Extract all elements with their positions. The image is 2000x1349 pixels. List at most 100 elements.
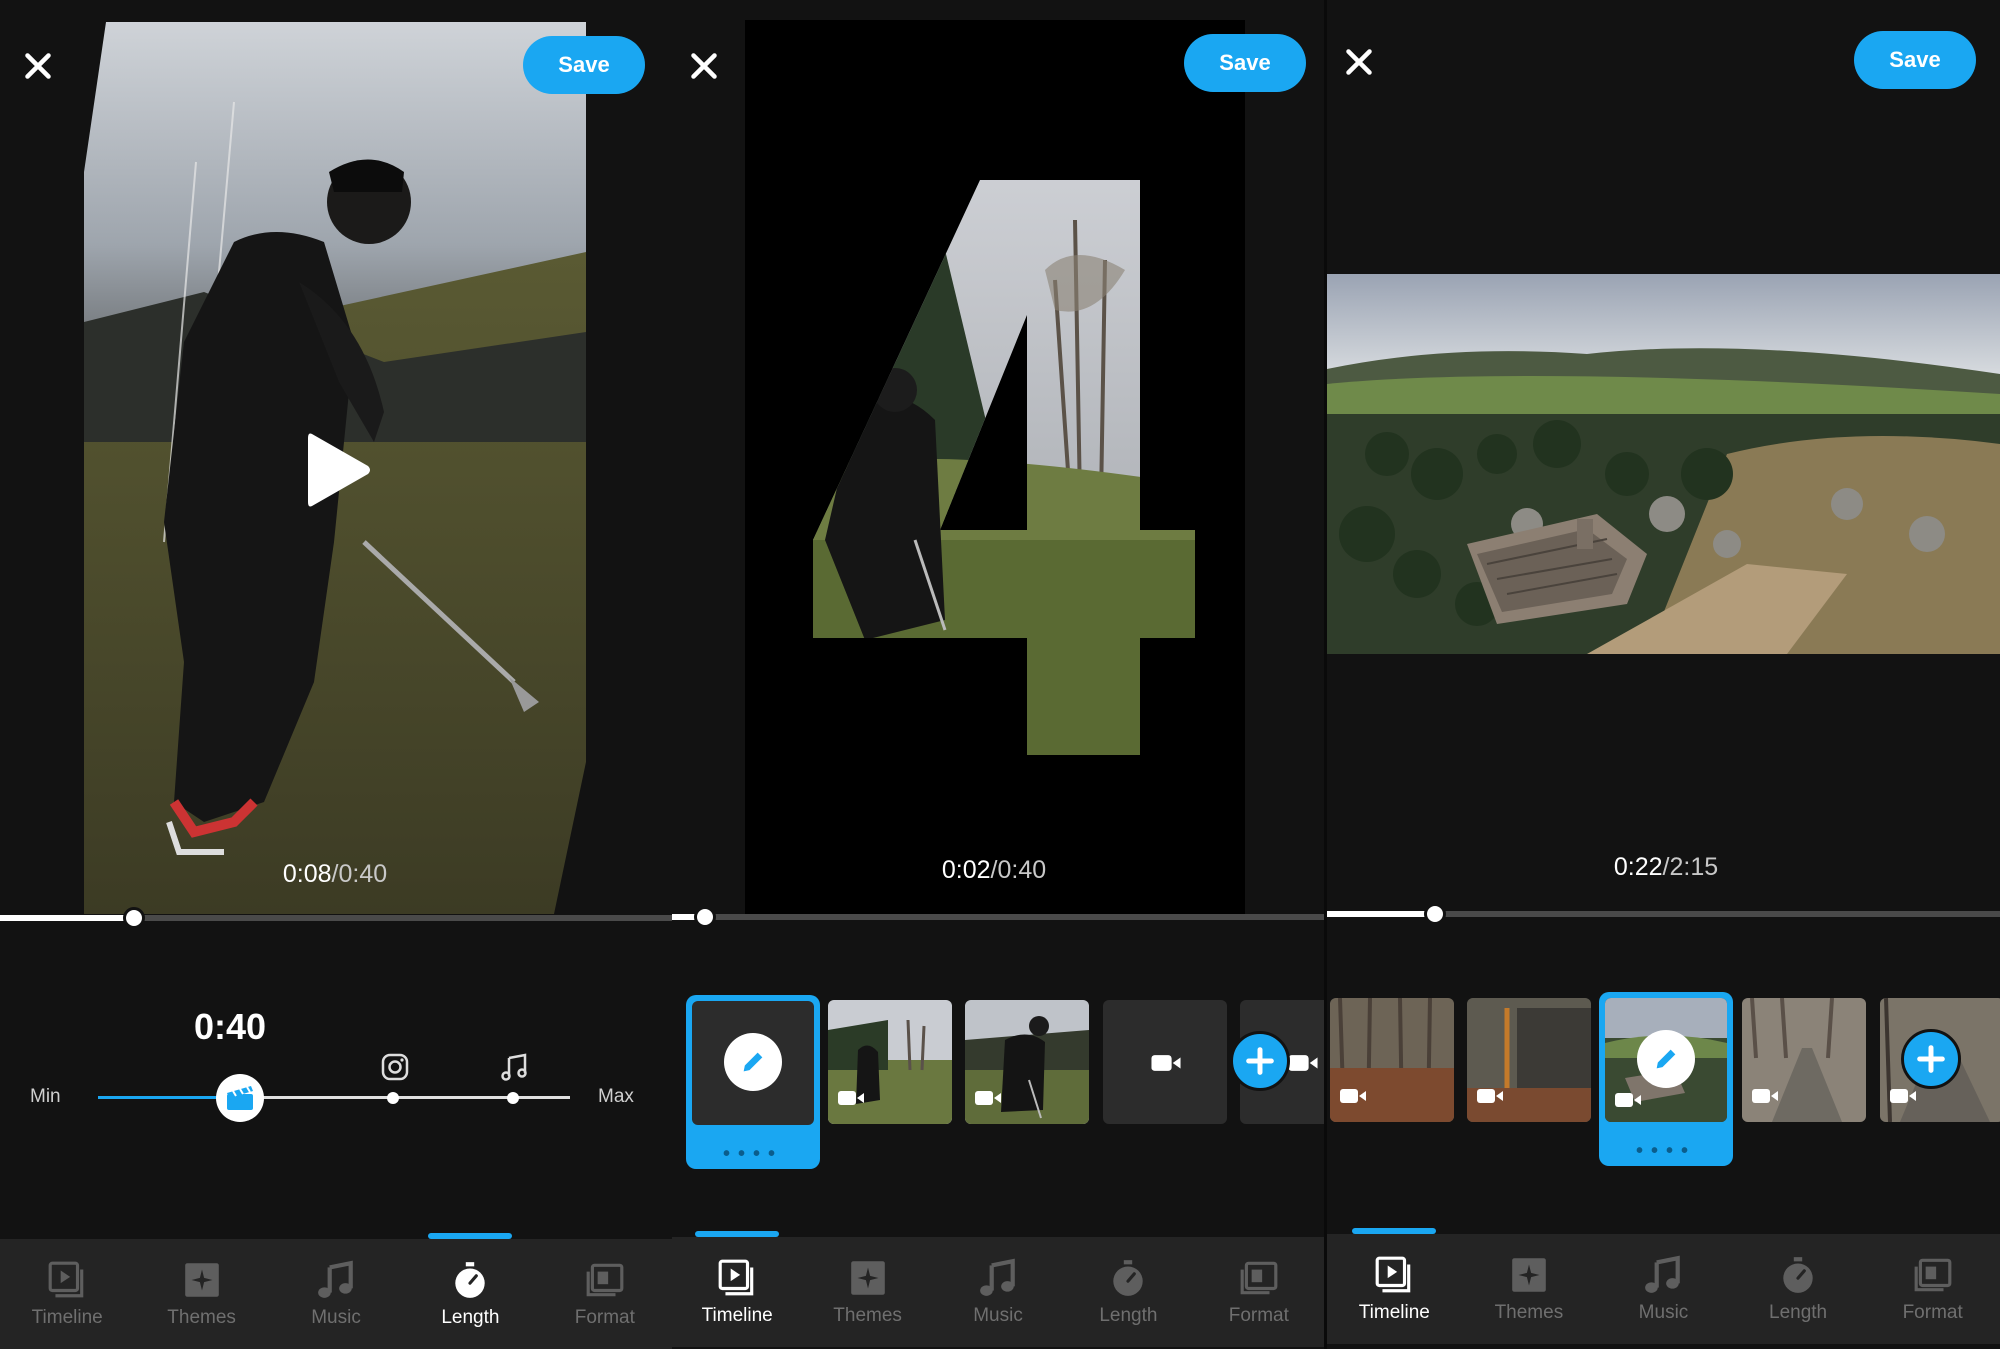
tab-music[interactable]: Music [269,1239,403,1349]
length-slider[interactable] [98,1074,570,1122]
video-preview[interactable]: 0:08/0:40 [84,22,586,914]
tab-label: Themes [833,1305,902,1326]
clip-placeholder-3[interactable] [1103,1000,1227,1124]
length-mark-music[interactable] [507,1091,519,1104]
stopwatch-icon [449,1259,491,1301]
bottom-nav: Timeline Themes Music Length Format [0,1233,672,1349]
timeline-icon [46,1259,88,1301]
playback-scrubber[interactable] [0,907,672,929]
save-button[interactable]: Save [1854,31,1976,89]
tab-themes[interactable]: Themes [802,1237,932,1347]
tab-label: Music [973,1305,1023,1326]
tab-format[interactable]: Format [538,1239,672,1349]
scrubber-handle[interactable] [693,906,716,928]
clip-thumbnail-1[interactable] [1330,998,1454,1122]
tab-themes[interactable]: Themes [1462,1234,1597,1344]
active-tab-indicator [428,1233,513,1239]
scrubber-handle[interactable] [1423,903,1446,925]
close-button[interactable] [20,48,56,84]
tab-label: Music [311,1307,361,1328]
playback-scrubber[interactable] [672,906,1324,928]
format-icon [1912,1254,1954,1296]
tab-length[interactable]: Length [1063,1237,1193,1347]
clip-drag-handle[interactable]: •••• [1599,1141,1733,1161]
tab-music[interactable]: Music [1596,1234,1731,1344]
video-clip-icon [1615,1092,1641,1108]
timecode: 0:22/2:15 [1613,853,1719,881]
tab-label: Timeline [31,1307,103,1328]
close-button[interactable] [686,48,722,84]
tab-label: Timeline [701,1305,773,1326]
close-icon [1341,44,1377,80]
clip-thumbnail-2[interactable] [965,1000,1089,1124]
tab-length[interactable]: Length [1731,1234,1866,1344]
tab-format[interactable]: Format [1865,1234,2000,1344]
video-preview[interactable]: 0:02/0:40 [745,20,1245,915]
edit-clip-button[interactable] [1637,1030,1695,1088]
tab-length[interactable]: Length [403,1233,537,1349]
length-value: 0:40 [194,1006,267,1047]
themes-icon [181,1259,223,1301]
tab-label: Music [1638,1302,1689,1323]
video-clip-icon [1151,1054,1181,1072]
edit-clip-button[interactable] [724,1033,782,1091]
save-button[interactable]: Save [523,36,645,94]
tab-timeline[interactable]: Timeline [1327,1228,1462,1344]
bottom-nav: Timeline Themes Music Length Format [672,1231,1324,1347]
scrubber-progress [1327,911,1435,917]
format-icon [1238,1257,1280,1299]
instagram-icon [381,1053,409,1081]
scrubber-handle[interactable] [123,907,146,929]
video-clip-icon [1340,1088,1366,1104]
clip-title-card-selected[interactable]: •••• [686,995,820,1169]
pencil-icon [739,1048,767,1076]
editor-panel-timeline-landscape: 0:22/2:15 Save •••• Timeline Themes Music L… [1327,0,2000,1349]
clip-thumbnail-2[interactable] [1467,998,1591,1122]
tab-format[interactable]: Format [1194,1237,1324,1347]
tab-label: Format [1228,1305,1289,1326]
music-icon [1642,1254,1684,1296]
tab-label: Timeline [1358,1302,1430,1323]
video-clip-icon [975,1090,1001,1106]
scrubber-progress [0,915,135,921]
video-clip-icon [838,1090,864,1106]
video-preview[interactable] [1327,274,2000,654]
clip-selected[interactable]: •••• [1599,992,1733,1166]
tab-label: Format [1902,1302,1963,1323]
close-icon [686,48,722,84]
tab-music[interactable]: Music [933,1237,1063,1347]
tab-timeline[interactable]: Timeline [0,1239,134,1349]
clip-thumbnail-4[interactable] [1742,998,1866,1122]
tab-themes[interactable]: Themes [134,1239,268,1349]
stopwatch-icon [1777,1254,1819,1296]
tab-label: Themes [1494,1302,1564,1323]
clip-drag-handle[interactable]: •••• [686,1144,820,1164]
length-mark-instagram[interactable] [387,1091,399,1104]
length-max-label: Max [598,1086,634,1107]
add-clip-button[interactable] [1230,1031,1290,1091]
close-button[interactable] [1341,44,1377,80]
music-note-icon [501,1053,527,1081]
add-clip-button[interactable] [1901,1029,1961,1089]
play-icon[interactable] [306,430,372,510]
plus-icon [1914,1042,1948,1076]
editor-panel-timeline: 0:02/0:40 Save •••• Timeline Themes Music L… [672,0,1324,1349]
bottom-nav: Timeline Themes Music Length Format [1327,1228,2000,1344]
playback-scrubber[interactable] [1327,903,2000,925]
tab-timeline[interactable]: Timeline [672,1231,802,1347]
active-tab-indicator [1352,1228,1437,1234]
clip-thumbnail-1[interactable] [828,1000,952,1124]
length-slider-handle[interactable] [215,1074,264,1122]
timecode: 0:02/0:40 [941,856,1047,884]
video-clip-icon [1477,1088,1503,1104]
length-min-label: Min [30,1086,61,1107]
tab-label: Length [441,1307,500,1328]
stopwatch-icon [1107,1257,1149,1299]
editor-panel-length: 0:08/0:40 Save 0:40 Min Max Timeline Them… [0,0,672,1349]
format-icon [584,1259,626,1301]
themes-icon [1508,1254,1550,1296]
timecode: 0:08/0:40 [282,860,388,888]
save-button[interactable]: Save [1184,34,1306,92]
video-clip-icon [1890,1088,1916,1104]
video-clip-icon [1288,1054,1318,1072]
